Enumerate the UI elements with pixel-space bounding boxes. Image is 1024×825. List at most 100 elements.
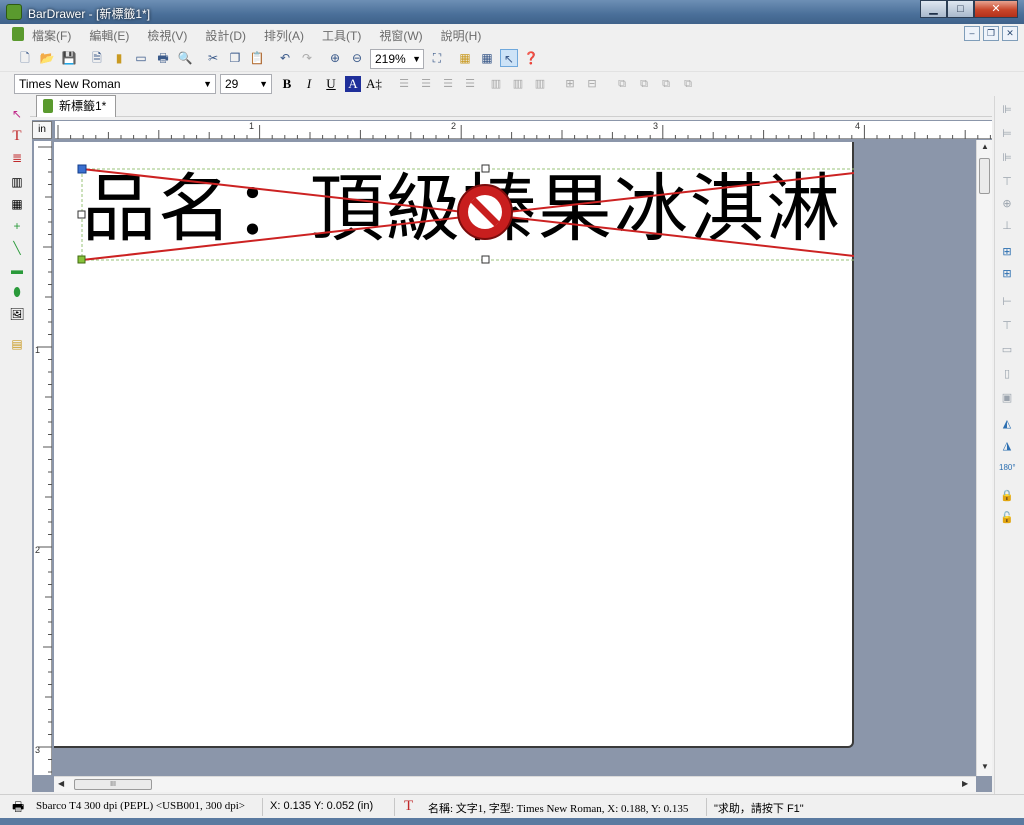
- print-preview-icon[interactable]: 🔍: [176, 49, 194, 67]
- image-icon[interactable]: ▭: [132, 49, 150, 67]
- zoom-in-icon[interactable]: ⊕: [326, 49, 344, 67]
- rotate-180-icon[interactable]: 180°: [999, 460, 1016, 476]
- send-backward-icon[interactable]: ⧉: [680, 76, 696, 92]
- qr-code-tool-icon[interactable]: ▦: [9, 196, 25, 212]
- align-right-edges-icon[interactable]: ⊫: [999, 150, 1015, 166]
- cut-icon[interactable]: ✂: [204, 49, 222, 67]
- group-icon[interactable]: ⊞: [562, 76, 578, 92]
- scroll-left-arrow-icon[interactable]: ◀: [58, 779, 64, 788]
- rectangle-tool-icon[interactable]: ▬: [9, 262, 25, 278]
- center-horizontal-icon[interactable]: ⊞: [999, 244, 1015, 260]
- bring-forward-icon[interactable]: ⧉: [658, 76, 674, 92]
- align-left-edges-icon[interactable]: ⊫: [999, 102, 1015, 118]
- label-canvas[interactable]: 品名：頂級榛果冰淇淋: [54, 142, 854, 748]
- maximize-button[interactable]: □: [947, 0, 974, 18]
- page-setup-icon[interactable]: 🗎: [88, 49, 106, 67]
- barcode-text-icon[interactable]: ▥: [510, 76, 526, 92]
- font-family-select[interactable]: Times New Roman ▼: [14, 74, 216, 94]
- horizontal-scroll-thumb[interactable]: III: [74, 779, 152, 790]
- zoom-select[interactable]: 219% ▼: [370, 49, 424, 69]
- center-vertical-icon[interactable]: ⊞: [999, 266, 1015, 282]
- space-down-icon[interactable]: ⊤: [999, 318, 1015, 334]
- picture-tool-icon[interactable]: 🖼: [9, 306, 25, 322]
- menu-file[interactable]: 檔案(F): [32, 27, 71, 44]
- label-text-object[interactable]: 品名：頂級榛果冰淇淋: [82, 166, 842, 254]
- text-tool-icon[interactable]: T: [9, 128, 25, 144]
- lock-icon[interactable]: 🔒: [999, 488, 1015, 504]
- scroll-up-arrow-icon[interactable]: ▲: [981, 142, 989, 151]
- minimize-button[interactable]: ▁: [920, 0, 947, 18]
- undo-icon[interactable]: ↶: [276, 49, 294, 67]
- tab-label-document[interactable]: 新標籤1*: [36, 95, 116, 117]
- vertical-scroll-thumb[interactable]: [979, 158, 990, 194]
- menu-design[interactable]: 設計(D): [205, 27, 246, 44]
- save-icon[interactable]: 💾: [60, 49, 78, 67]
- flip-vertical-icon[interactable]: ◮: [999, 438, 1015, 454]
- zoom-out-icon[interactable]: ⊖: [348, 49, 366, 67]
- menu-edit[interactable]: 編輯(E): [89, 27, 129, 44]
- paragraph-tool-icon[interactable]: ≣: [9, 150, 25, 166]
- paste-icon[interactable]: 📋: [248, 49, 266, 67]
- align-center-vertical-icon[interactable]: ⊨: [999, 126, 1015, 142]
- ellipse-tool-icon[interactable]: ⬮: [9, 284, 25, 300]
- barcode-text-bottom-icon[interactable]: ▥: [532, 76, 548, 92]
- mdi-minimize-button[interactable]: –: [964, 26, 980, 41]
- menu-arrange[interactable]: 排列(A): [264, 27, 304, 44]
- print-icon[interactable]: 🖶: [154, 49, 172, 67]
- horizontal-scrollbar[interactable]: ◀ III ▶: [54, 776, 976, 792]
- space-across-icon[interactable]: ⊢: [999, 294, 1015, 310]
- auto-size-button[interactable]: A‡: [366, 76, 382, 92]
- italic-button[interactable]: I: [301, 76, 317, 92]
- send-back-icon[interactable]: ⧉: [636, 76, 652, 92]
- ungroup-icon[interactable]: ⊟: [584, 76, 600, 92]
- resize-handle[interactable]: [481, 255, 490, 264]
- same-size-icon[interactable]: ▣: [999, 390, 1015, 406]
- cross-line-tool-icon[interactable]: +: [9, 218, 25, 234]
- open-folder-icon[interactable]: 📂: [38, 49, 56, 67]
- database-field-tool-icon[interactable]: ▤: [9, 336, 25, 352]
- vertical-scrollbar[interactable]: ▲ ▼: [976, 140, 992, 776]
- bring-front-icon[interactable]: ⧉: [614, 76, 630, 92]
- scroll-down-arrow-icon[interactable]: ▼: [981, 762, 989, 771]
- copy-icon[interactable]: ❐: [226, 49, 244, 67]
- same-width-icon[interactable]: ▭: [999, 342, 1015, 358]
- mdi-restore-button[interactable]: ❐: [983, 26, 999, 41]
- help-icon[interactable]: ❓: [522, 49, 540, 67]
- menu-window[interactable]: 視窗(W): [379, 27, 422, 44]
- unlock-icon[interactable]: 🔓: [999, 510, 1015, 526]
- same-height-icon[interactable]: ▯: [999, 366, 1015, 382]
- align-left-icon[interactable]: ☰: [396, 76, 412, 92]
- flip-horizontal-icon[interactable]: ◭: [999, 416, 1015, 432]
- menu-tools[interactable]: 工具(T): [322, 27, 361, 44]
- underline-button[interactable]: U: [323, 76, 339, 92]
- document-icon: [12, 27, 24, 41]
- line-tool-icon[interactable]: ╲: [9, 240, 25, 256]
- menu-view[interactable]: 檢視(V): [147, 27, 187, 44]
- grid-icon[interactable]: ▦: [478, 49, 496, 67]
- redo-icon[interactable]: ↷: [298, 49, 316, 67]
- h-ruler-mark-3: 3: [653, 121, 659, 131]
- mdi-close-button[interactable]: ✕: [1002, 26, 1018, 41]
- ruler-unit-button[interactable]: in: [32, 121, 52, 139]
- align-center-icon[interactable]: ☰: [418, 76, 434, 92]
- resize-handle[interactable]: [77, 255, 86, 264]
- barcode-style-icon[interactable]: ▥: [488, 76, 504, 92]
- scroll-right-arrow-icon[interactable]: ▶: [962, 779, 968, 788]
- justify-icon[interactable]: ☰: [462, 76, 478, 92]
- align-right-icon[interactable]: ☰: [440, 76, 456, 92]
- new-doc-icon[interactable]: 🗋: [16, 49, 34, 67]
- ruler-icon[interactable]: ▦: [456, 49, 474, 67]
- align-middle-icon[interactable]: ⊕: [999, 196, 1015, 212]
- bold-button[interactable]: B: [279, 76, 295, 92]
- menu-help[interactable]: 說明(H): [441, 27, 482, 44]
- text-color-button[interactable]: A: [345, 76, 361, 92]
- barcode-tool-icon[interactable]: ▥: [9, 174, 25, 190]
- database-icon[interactable]: ▮: [110, 49, 128, 67]
- fit-page-icon[interactable]: ⛶: [428, 49, 446, 67]
- align-top-edges-icon[interactable]: ⊤: [999, 174, 1015, 190]
- snap-icon[interactable]: ↖: [500, 49, 518, 67]
- select-pointer-icon[interactable]: ↖: [9, 106, 25, 122]
- font-size-select[interactable]: 29 ▼: [220, 74, 272, 94]
- align-bottom-edges-icon[interactable]: ⊥: [999, 218, 1015, 234]
- close-button[interactable]: ✕: [974, 0, 1018, 18]
